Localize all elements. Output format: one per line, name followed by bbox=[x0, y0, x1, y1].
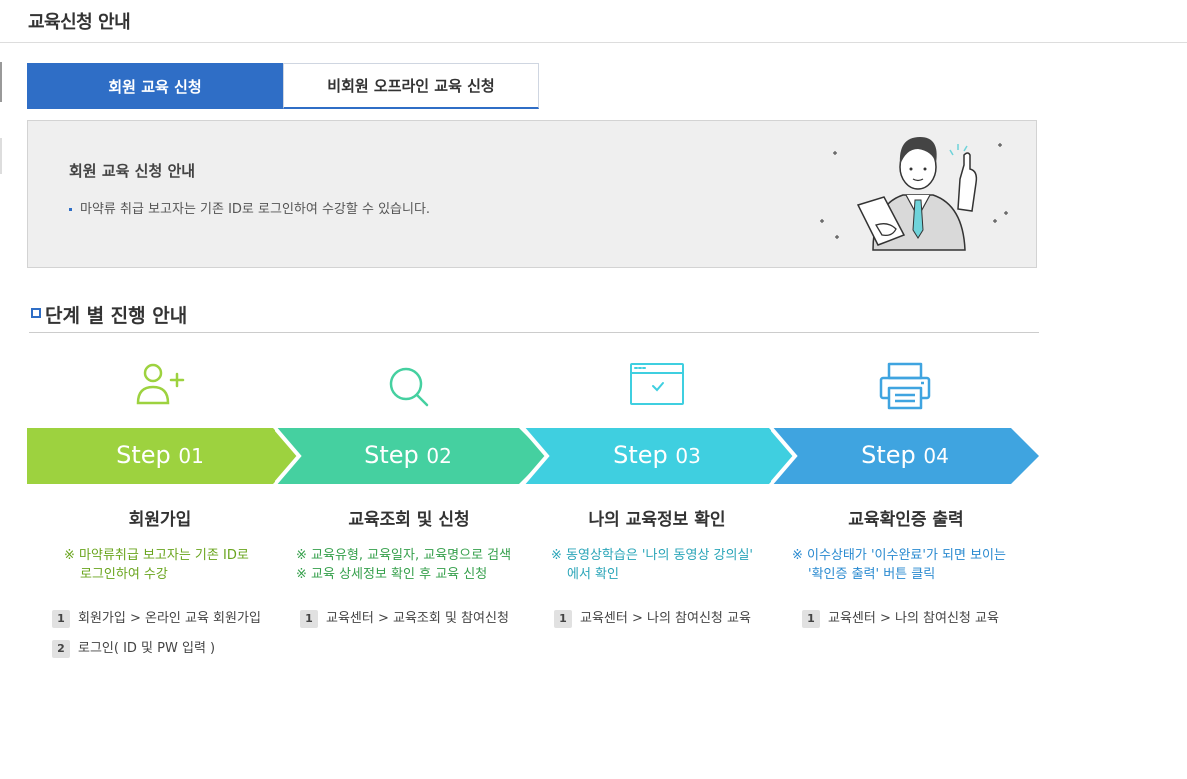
search-icon bbox=[389, 367, 429, 407]
note-line: ※ 마약류취급 보고자는 기존 ID로 bbox=[64, 548, 249, 563]
presenter-illustration bbox=[820, 137, 1008, 251]
printer-icon bbox=[879, 362, 931, 410]
step-badge: 2 bbox=[52, 640, 70, 658]
section-title: 단계 별 진행 안내 bbox=[45, 305, 188, 327]
step-badge: 1 bbox=[300, 610, 318, 628]
step-04-path-1: 1 교육센터 > 나의 참여신청 교육 bbox=[802, 607, 999, 628]
note-line: 에서 확인 bbox=[567, 567, 619, 582]
path-text: 교육센터 > 교육조회 및 참여신청 bbox=[326, 611, 509, 626]
note-line: ※ 교육 상세정보 확인 후 교육 신청 bbox=[296, 567, 488, 582]
step-01-note: ※ 마약류취급 보고자는 기존 ID로 로그인하여 수강 bbox=[64, 546, 249, 584]
browser-check-icon bbox=[630, 363, 684, 405]
step-03-note: ※ 동영상학습은 '나의 동영상 강의실' 에서 확인 bbox=[551, 546, 753, 584]
path-text: 교육센터 > 나의 참여신청 교육 bbox=[580, 611, 751, 626]
note-line: 로그인하여 수강 bbox=[80, 567, 168, 582]
step-03-path-1: 1 교육센터 > 나의 참여신청 교육 bbox=[554, 607, 751, 628]
square-bullet-icon bbox=[31, 308, 41, 318]
path-text: 회원가입 > 온라인 교육 회원가입 bbox=[78, 611, 261, 626]
section-header: 단계 별 진행 안내 bbox=[29, 300, 1039, 333]
info-title: 회원 교육 신청 안내 bbox=[69, 162, 196, 180]
path-text: 교육센터 > 나의 참여신청 교육 bbox=[828, 611, 999, 626]
step-01-name: 회원가입 bbox=[128, 510, 192, 530]
note-line: '확인증 출력' 버튼 클릭 bbox=[808, 567, 936, 582]
tab-member-education[interactable]: 회원 교육 신청 bbox=[27, 63, 283, 109]
step-badge: 1 bbox=[802, 610, 820, 628]
note-line: ※ 이수상태가 '이수완료'가 되면 보이는 bbox=[792, 548, 1006, 563]
step-badge: 1 bbox=[52, 610, 70, 628]
step-02-note: ※ 교육유형, 교육일자, 교육명으로 검색 ※ 교육 상세정보 확인 후 교육… bbox=[296, 546, 511, 584]
left-edge-mark bbox=[0, 62, 2, 102]
step-04-note: ※ 이수상태가 '이수완료'가 되면 보이는 '확인증 출력' 버튼 클릭 bbox=[792, 546, 1006, 584]
left-edge-mark-2 bbox=[0, 138, 2, 174]
step-04-label: Step 04 bbox=[861, 441, 949, 469]
info-box: 회원 교육 신청 안내 마약류 취급 보고자는 기존 ID로 로그인하여 수강할… bbox=[27, 120, 1037, 268]
step-02-name: 교육조회 및 신청 bbox=[348, 510, 470, 530]
step-02-path-1: 1 교육센터 > 교육조회 및 참여신청 bbox=[300, 607, 509, 628]
step-03-label: Step 03 bbox=[613, 441, 701, 469]
note-line: ※ 동영상학습은 '나의 동영상 강의실' bbox=[551, 548, 754, 563]
page-header: 교육신청 안내 bbox=[0, 0, 1187, 43]
step-badge: 1 bbox=[554, 610, 572, 628]
step-01-path-2: 2 로그인( ID 및 PW 입력 ) bbox=[52, 637, 215, 658]
info-bullet: 마약류 취급 보고자는 기존 ID로 로그인하여 수강할 수 있습니다. bbox=[69, 198, 430, 217]
add-user-icon bbox=[136, 363, 185, 405]
note-line: ※ 교육유형, 교육일자, 교육명으로 검색 bbox=[296, 548, 512, 563]
step-04-name: 교육확인증 출력 bbox=[848, 510, 964, 530]
step-02-label: Step 02 bbox=[364, 441, 452, 469]
tab-bar: 회원 교육 신청 비회원 오프라인 교육 신청 bbox=[27, 63, 539, 109]
path-text: 로그인( ID 및 PW 입력 ) bbox=[78, 641, 216, 656]
step-01-label: Step 01 bbox=[116, 441, 204, 469]
tab-nonmember-offline-education[interactable]: 비회원 오프라인 교육 신청 bbox=[283, 63, 539, 109]
page-title: 교육신청 안내 bbox=[28, 12, 131, 33]
step-03-name: 나의 교육정보 확인 bbox=[588, 510, 726, 530]
step-01-path-1: 1 회원가입 > 온라인 교육 회원가입 bbox=[52, 607, 261, 628]
